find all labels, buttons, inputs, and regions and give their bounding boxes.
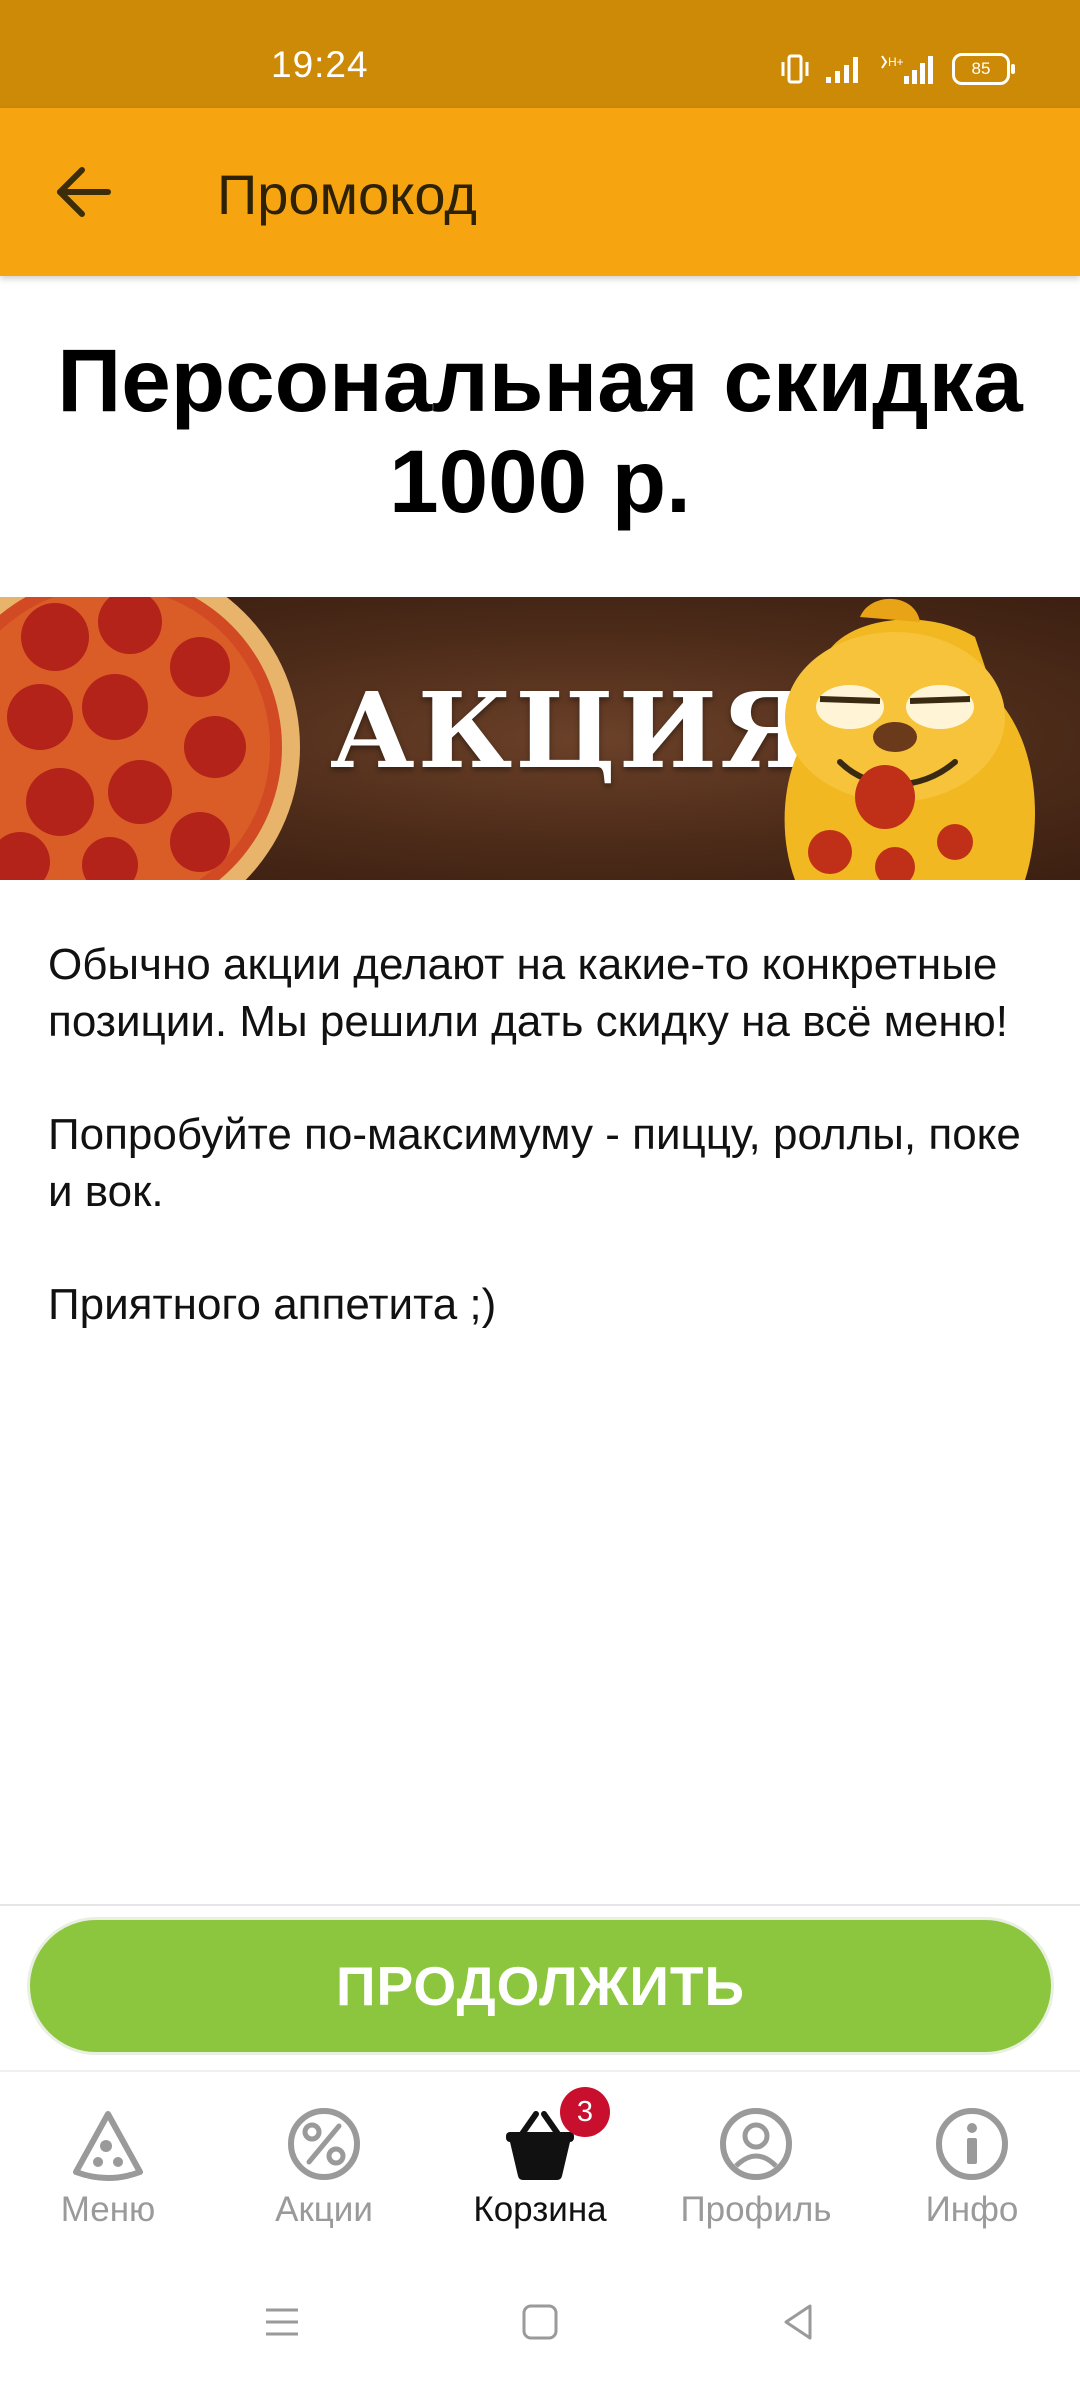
promo-paragraph-1: Обычно акции делают на какие-то конкретн…	[48, 940, 1008, 1046]
app-bar: Промокод	[0, 108, 1080, 276]
mascot-image	[784, 598, 1035, 880]
promo-headline-line1: Персональная скидка	[57, 330, 1023, 430]
divider	[0, 1904, 1080, 1906]
promo-banner: АКЦИЯ	[0, 597, 1080, 880]
status-bar: 19:24 H+ 85	[0, 0, 1080, 108]
continue-button[interactable]: ПРОДОЛЖИТЬ	[27, 1917, 1054, 2055]
percent-icon	[288, 2108, 360, 2180]
home-icon[interactable]	[510, 2292, 570, 2352]
nav-item-promotions[interactable]: Акции	[216, 2072, 432, 2232]
vibrate-icon	[781, 54, 809, 84]
status-time: 19:24	[271, 44, 369, 85]
nav-item-profile[interactable]: Профиль	[648, 2072, 864, 2232]
nav-item-info[interactable]: Инфо	[864, 2072, 1080, 2232]
signal-h-plus-icon: H+	[881, 55, 933, 84]
promo-paragraph-3: Приятного аппетита ;)	[48, 1280, 497, 1329]
nav-label-promotions: Акции	[275, 2190, 373, 2229]
back-button[interactable]	[46, 154, 122, 230]
nav-label-cart: Корзина	[473, 2190, 607, 2229]
battery-level: 85	[971, 59, 991, 78]
pizza-image	[0, 597, 300, 880]
info-icon	[936, 2108, 1008, 2180]
promo-headline: Персональная скидка 1000 р.	[0, 330, 1080, 532]
arrow-back-icon	[57, 167, 111, 217]
status-icons: H+ 85	[780, 50, 1015, 88]
battery-icon: 85	[952, 53, 1015, 85]
banner-title: АКЦИЯ	[330, 669, 815, 792]
nav-label-menu: Меню	[60, 2190, 156, 2229]
nav-item-cart[interactable]: 3 Корзина	[432, 2072, 648, 2232]
cart-count-badge: 3	[560, 2087, 610, 2137]
pizza-slice-icon	[73, 2111, 143, 2181]
bottom-navigation: Меню Акции 3 Корзина Профиль Инфо	[0, 2070, 1080, 2232]
profile-icon	[720, 2108, 792, 2180]
signal-icon	[826, 57, 858, 83]
system-navigation-bar	[0, 2270, 1080, 2400]
promo-headline-line2: 1000 р.	[389, 431, 691, 531]
nav-item-menu[interactable]: Меню	[0, 2072, 216, 2232]
promo-paragraph-2: Попробуйте по-максимуму - пиццу, роллы, …	[48, 1110, 1021, 1216]
nav-label-profile: Профиль	[680, 2190, 832, 2229]
promo-description: Обычно акции делают на какие-то конкретн…	[48, 936, 1038, 1389]
svg-text:H+: H+	[888, 55, 904, 69]
nav-label-info: Инфо	[925, 2190, 1019, 2229]
back-nav-icon[interactable]	[768, 2292, 828, 2352]
page-title: Промокод	[217, 163, 477, 226]
recent-apps-icon[interactable]	[252, 2292, 312, 2352]
